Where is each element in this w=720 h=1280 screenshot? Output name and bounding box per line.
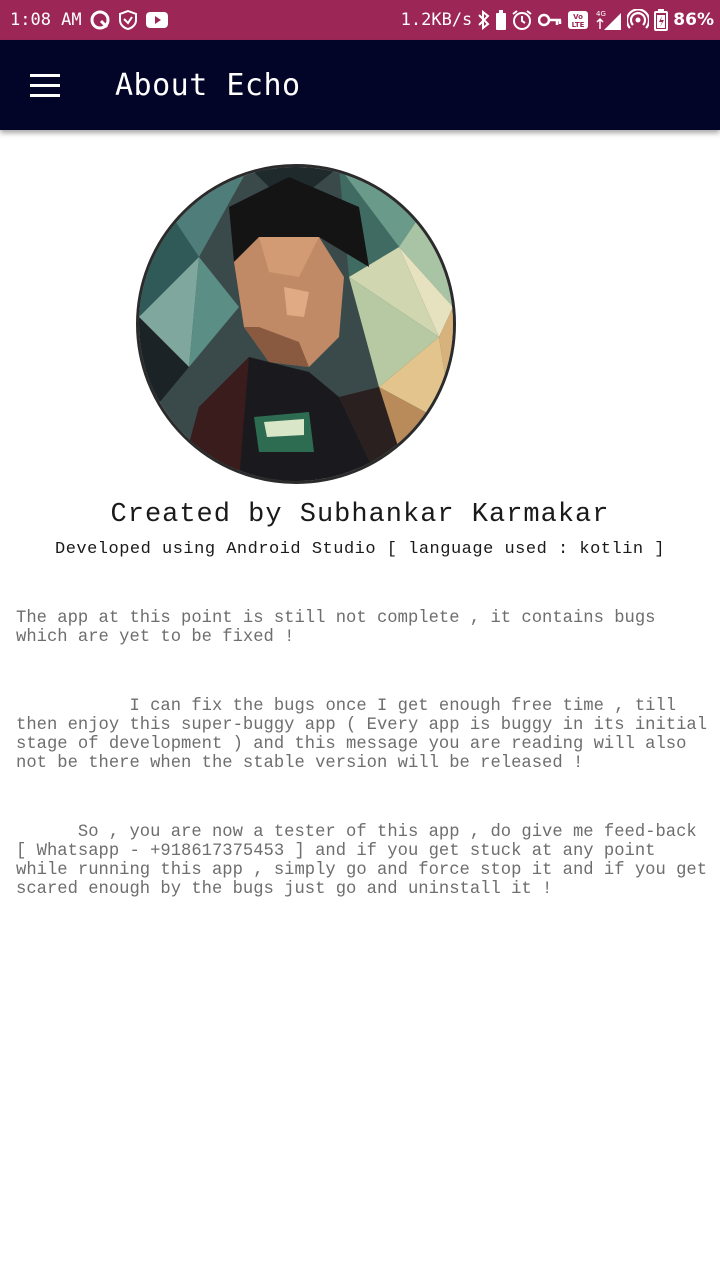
creator-heading: Created by Subhankar Karmakar xyxy=(110,500,610,530)
status-bar: 1:08 AM 1.2KB/s Vo LTE 4G 86% xyxy=(0,0,720,40)
vpn-key-icon xyxy=(538,12,562,28)
profile-avatar xyxy=(136,164,456,484)
hotspot-icon xyxy=(627,9,650,31)
q-app-icon xyxy=(90,10,110,30)
developer-subheading: Developed using Android Studio [ languag… xyxy=(55,540,665,559)
menu-line xyxy=(30,83,60,87)
about-description: The app at this point is still not compl… xyxy=(16,571,712,930)
page-title: About Echo xyxy=(115,67,301,103)
status-time: 1:08 AM xyxy=(10,10,82,30)
bluetooth-icon xyxy=(477,10,491,30)
volte-icon: Vo LTE xyxy=(567,10,589,30)
battery-charging-icon xyxy=(654,9,669,31)
svg-text:Vo: Vo xyxy=(573,13,583,21)
about-paragraph-1: The app at this point is still not compl… xyxy=(16,609,666,647)
net-speed: 1.2KB/s xyxy=(400,10,473,30)
menu-line xyxy=(30,93,60,97)
youtube-icon xyxy=(145,12,168,28)
svg-text:LTE: LTE xyxy=(572,21,585,29)
shield-icon xyxy=(118,10,138,30)
about-paragraph-3: So , you are now a tester of this app , … xyxy=(16,823,718,899)
avatar-image xyxy=(139,167,453,481)
alarm-icon xyxy=(511,9,533,31)
menu-line xyxy=(30,73,60,77)
svg-text:4G: 4G xyxy=(596,10,606,18)
hamburger-menu-icon[interactable] xyxy=(15,55,75,115)
about-paragraph-2: I can fix the bugs once I get enough fre… xyxy=(16,697,718,773)
battery-small-icon xyxy=(496,10,507,30)
battery-percent: 86% xyxy=(673,10,714,30)
signal-4g-icon: 4G xyxy=(594,9,622,31)
app-bar: About Echo xyxy=(0,40,720,130)
